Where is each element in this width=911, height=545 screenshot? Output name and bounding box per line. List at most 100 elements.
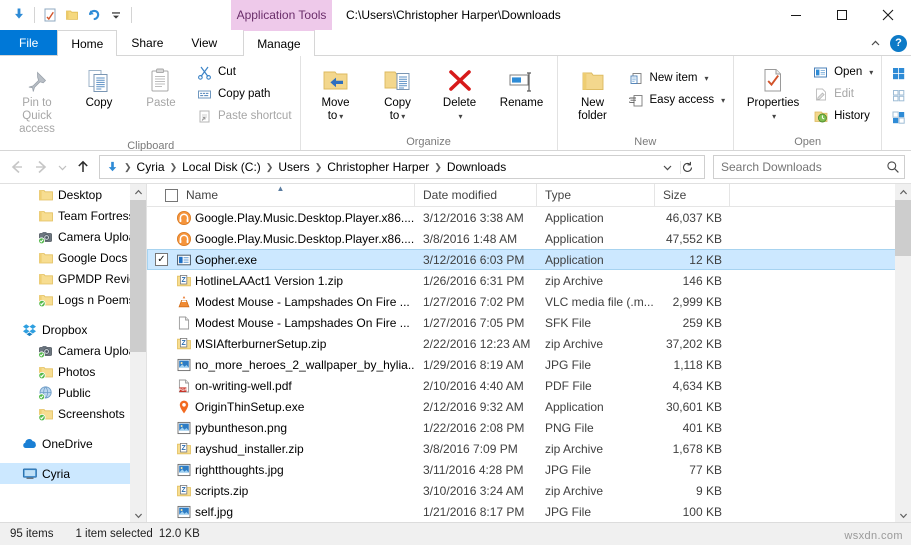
table-row[interactable]: ✓ Gopher.exe 3/12/2016 6:03 PM Application…: [147, 249, 911, 270]
new-item-button[interactable]: New item ▾: [624, 67, 730, 89]
row-checkbox[interactable]: ✓: [155, 253, 168, 266]
file-name-cell[interactable]: Zrayshud_installer.zip: [147, 441, 415, 457]
breadcrumb-sep-4[interactable]: ❯: [432, 162, 444, 173]
copy-path-button[interactable]: Copy path: [192, 83, 296, 105]
table-row[interactable]: pybuntheson.png 1/22/2016 2:08 PM PNG File…: [147, 417, 911, 438]
easy-access-button[interactable]: Easy access ▾: [624, 89, 730, 111]
file-name-cell[interactable]: Modest Mouse - Lampshades On Fire ...: [147, 315, 415, 331]
help-icon[interactable]: ?: [890, 34, 907, 52]
breadcrumb-item-4[interactable]: Downloads: [444, 160, 509, 174]
table-row[interactable]: Z HotlineLAAct1 Version 1.zip 1/26/2016 6:…: [147, 270, 911, 291]
customize-qat-icon[interactable]: [105, 4, 127, 26]
breadcrumb-item-0[interactable]: Cyria: [134, 160, 168, 174]
file-name-cell[interactable]: Google.Play.Music.Desktop.Player.x86....: [147, 231, 415, 247]
sidebar-item-team-fortress[interactable]: Team Fortress: [0, 205, 146, 226]
row-checkbox[interactable]: [155, 232, 168, 245]
table-row[interactable]: Zrayshud_installer.zip 3/8/2016 7:09 PM zi…: [147, 438, 911, 459]
copy-button[interactable]: Copy: [68, 59, 130, 112]
select-all-checkbox[interactable]: [165, 188, 178, 202]
properties-button[interactable]: Properties ▾: [738, 59, 808, 125]
undo-icon[interactable]: [83, 4, 105, 26]
sidebar-item-public[interactable]: Public: [0, 382, 146, 403]
column-header-date-modified[interactable]: Date modified: [415, 184, 537, 207]
delete-button[interactable]: Delete ▾: [429, 59, 491, 125]
file-name-cell[interactable]: no_more_heroes_2_wallpaper_by_hylia...: [147, 357, 415, 373]
tab-view[interactable]: View: [177, 30, 231, 55]
row-checkbox[interactable]: [155, 337, 168, 350]
sidebar-item-gpmdp-review[interactable]: GPMDP Review: [0, 268, 146, 289]
sidebar-item-cyria[interactable]: Cyria: [0, 463, 146, 484]
table-row[interactable]: no_more_heroes_2_wallpaper_by_hylia... 1/…: [147, 354, 911, 375]
close-button[interactable]: [865, 0, 911, 30]
table-row[interactable]: Zscripts.zip 3/10/2016 3:24 AM zip Archive…: [147, 480, 911, 501]
breadcrumb-item-1[interactable]: Local Disk (C:): [179, 160, 264, 174]
breadcrumb-sep-1[interactable]: ❯: [168, 162, 180, 173]
breadcrumb-item-3[interactable]: Christopher Harper: [324, 160, 432, 174]
invert-selection-button[interactable]: Invert selection: [886, 106, 911, 128]
row-checkbox[interactable]: [155, 274, 168, 287]
row-checkbox[interactable]: [155, 421, 168, 434]
navigation-scrollbar[interactable]: [130, 184, 146, 523]
table-row[interactable]: OriginThinSetup.exe 2/12/2016 9:32 AM Appl…: [147, 396, 911, 417]
paste-button[interactable]: Paste: [130, 59, 192, 112]
file-name-cell[interactable]: Z HotlineLAAct1 Version 1.zip: [147, 273, 415, 289]
file-name-cell[interactable]: OriginThinSetup.exe: [147, 399, 415, 415]
row-checkbox[interactable]: [155, 295, 168, 308]
column-header-type[interactable]: Type: [537, 184, 655, 207]
sidebar-item-desktop[interactable]: Desktop: [0, 184, 146, 205]
table-row[interactable]: PDF on-writing-well.pdf 2/10/2016 4:40 AM P…: [147, 375, 911, 396]
row-checkbox[interactable]: [155, 211, 168, 224]
new-folder-button[interactable]: New folder: [562, 59, 624, 125]
rename-button[interactable]: Rename: [491, 59, 553, 112]
recent-locations-icon[interactable]: [54, 155, 70, 179]
file-name-cell[interactable]: ✓ Gopher.exe: [147, 252, 415, 268]
table-row[interactable]: Google.Play.Music.Desktop.Player.x86....…: [147, 228, 911, 249]
scroll-down-icon[interactable]: [130, 507, 146, 523]
move-to-button[interactable]: Move to ▾: [305, 59, 367, 125]
file-name-cell[interactable]: Z MSIAfterburnerSetup.zip: [147, 336, 415, 352]
table-row[interactable]: Google.Play.Music.Desktop.Player.x86....…: [147, 207, 911, 228]
breadcrumb-sep-3[interactable]: ❯: [313, 162, 325, 173]
row-checkbox[interactable]: [155, 442, 168, 455]
tab-share[interactable]: Share: [117, 30, 177, 55]
new-folder-icon[interactable]: [61, 4, 83, 26]
select-none-button[interactable]: Select none: [886, 84, 911, 106]
refresh-icon[interactable]: [680, 160, 702, 174]
column-header-size[interactable]: Size: [655, 184, 730, 207]
row-checkbox[interactable]: [155, 484, 168, 497]
sidebar-item-google-docs-ad[interactable]: Google Docs Ad: [0, 247, 146, 268]
breadcrumb-item-2[interactable]: Users: [275, 160, 312, 174]
save-icon[interactable]: [8, 4, 30, 26]
search-input[interactable]: [721, 160, 886, 174]
file-name-cell[interactable]: Zscripts.zip: [147, 483, 415, 499]
back-icon[interactable]: [6, 155, 28, 179]
tab-manage[interactable]: Manage: [243, 30, 315, 56]
table-row[interactable]: Modest Mouse - Lampshades On Fire ... 1/2…: [147, 312, 911, 333]
table-row[interactable]: rightthoughts.jpg 3/11/2016 4:28 PM JPG Fi…: [147, 459, 911, 480]
navigation-scroll-thumb[interactable]: [130, 200, 146, 352]
file-name-cell[interactable]: rightthoughts.jpg: [147, 462, 415, 478]
row-checkbox[interactable]: [155, 379, 168, 392]
file-scroll-down-icon[interactable]: [895, 507, 911, 523]
history-button[interactable]: History: [808, 105, 877, 127]
row-checkbox[interactable]: [155, 505, 168, 518]
row-checkbox[interactable]: [155, 463, 168, 476]
sidebar-item-onedrive[interactable]: OneDrive: [0, 433, 146, 454]
properties-icon[interactable]: [39, 4, 61, 26]
paste-shortcut-button[interactable]: Paste shortcut: [192, 105, 296, 127]
column-header-name[interactable]: ▲ Name: [147, 184, 415, 207]
breadcrumb-bar[interactable]: ❯ Cyria ❯ Local Disk (C:) ❯ Users ❯ Chri…: [99, 155, 705, 179]
tab-home[interactable]: Home: [57, 30, 118, 56]
file-list-scrollbar[interactable]: [895, 184, 911, 523]
search-box[interactable]: [713, 155, 905, 179]
file-name-cell[interactable]: Modest Mouse - Lampshades On Fire ...: [147, 294, 415, 310]
sidebar-item-screenshots[interactable]: Screenshots: [0, 403, 146, 424]
up-icon[interactable]: [72, 155, 94, 179]
sidebar-item-dropbox[interactable]: Dropbox: [0, 319, 146, 340]
file-name-cell[interactable]: Google.Play.Music.Desktop.Player.x86....: [147, 210, 415, 226]
maximize-button[interactable]: [819, 0, 865, 30]
file-scroll-thumb[interactable]: [895, 200, 911, 256]
file-name-cell[interactable]: pybuntheson.png: [147, 420, 415, 436]
pin-to-quick-access-button[interactable]: Pin to Quick access: [6, 59, 68, 138]
file-name-cell[interactable]: self.jpg: [147, 504, 415, 520]
